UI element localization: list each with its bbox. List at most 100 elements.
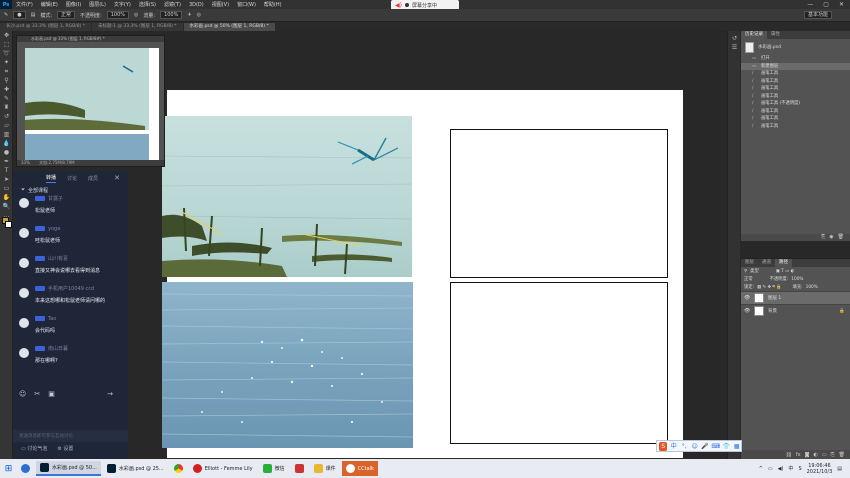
layer-fill-input[interactable]: 100% — [806, 285, 818, 290]
menu-file[interactable]: 文件(F) — [12, 1, 37, 8]
menu-select[interactable]: 选择(S) — [135, 1, 160, 8]
lock-icons[interactable]: ▦ ✎ ✥ ⌗ 🔒 — [757, 285, 782, 290]
empty-frame-bottom[interactable] — [450, 282, 668, 444]
background-color[interactable] — [5, 221, 12, 228]
filter-icons[interactable]: ▣ T ▭ ◐ — [776, 269, 795, 274]
gradient-tool-icon[interactable]: ▥ — [2, 131, 11, 139]
eye-icon[interactable]: 👁 — [744, 295, 750, 301]
brush-size-picker[interactable]: ● — [13, 11, 26, 19]
history-item[interactable]: / 画笔工具 — [741, 93, 850, 101]
airbrush-icon[interactable]: ✈ — [187, 12, 191, 18]
dodge-tool-icon[interactable]: ● — [2, 149, 11, 157]
taskbar-chrome[interactable] — [170, 461, 187, 476]
move-tool-icon[interactable]: ✥ — [2, 32, 11, 40]
taskbar-photoshop-2[interactable]: 水彩画.psd @ 25... — [103, 461, 168, 476]
taskbar-netease-music[interactable]: Elliott - Femme Lily — [189, 461, 257, 476]
healing-tool-icon[interactable]: ✚ — [2, 86, 11, 94]
history-item[interactable]: / 画笔工具 — [741, 85, 850, 93]
empty-frame-top[interactable] — [450, 129, 668, 278]
mask-icon[interactable]: ◙ — [805, 452, 810, 458]
shape-tool-icon[interactable]: ▭ — [2, 185, 11, 193]
history-item[interactable]: / 画笔工具 — [741, 78, 850, 86]
document-canvas[interactable] — [162, 90, 683, 458]
pressure-size-icon[interactable]: ◎ — [197, 12, 201, 18]
history-item[interactable]: / 画笔工具 — [741, 108, 850, 116]
chinese-mode-icon[interactable]: 中 — [669, 442, 677, 451]
toolbox-icon[interactable]: ▦ — [732, 442, 740, 451]
history-item[interactable]: / 画笔工具 — [741, 123, 850, 131]
history-panel-icon[interactable]: ↺ — [730, 35, 739, 43]
link-icon[interactable]: ⛓ — [786, 452, 792, 458]
network-icon[interactable]: ▭ — [768, 466, 773, 472]
menu-filter[interactable]: 滤镜(T) — [160, 1, 185, 8]
tab-channels[interactable]: 通道 — [758, 259, 775, 267]
tab-properties[interactable]: 属性 — [767, 31, 784, 39]
stamp-tool-icon[interactable]: ♜ — [2, 104, 11, 112]
menu-window[interactable]: 窗口(W) — [233, 1, 260, 8]
navigator-preview[interactable] — [25, 48, 159, 161]
menu-help[interactable]: 帮助(H) — [260, 1, 286, 8]
menu-type[interactable]: 文字(Y) — [110, 1, 135, 8]
scissors-icon[interactable]: ✂ — [34, 390, 40, 398]
mode-select[interactable]: 正常 — [57, 11, 76, 19]
notification-icon[interactable]: ▤ — [837, 466, 842, 472]
path-select-icon[interactable]: ➤ — [2, 176, 11, 184]
sogou-icon[interactable]: S — [659, 441, 668, 451]
new-document-icon[interactable]: ⎘ — [821, 234, 825, 241]
tab-watercolor[interactable]: 水彩画.psd @ 50% (图层 1, RGB/8) * — [183, 23, 275, 31]
emoji-icon[interactable]: ☺ — [690, 442, 698, 451]
brush-tool-icon[interactable]: ✎ — [2, 95, 11, 103]
clock[interactable]: 19:06:46 2021/10/3 — [807, 463, 833, 475]
menu-image[interactable]: 图像(I) — [62, 1, 85, 8]
tab-changsha[interactable]: 长沙.psd @ 33.3% (图层 1, RGB/8) * — [0, 23, 92, 31]
keyboard-icon[interactable]: ⌨ — [711, 442, 720, 451]
search-button[interactable] — [17, 461, 34, 476]
marquee-tool-icon[interactable]: ⬚ — [2, 41, 11, 49]
chat-filter[interactable]: ⏷ 全部课程 — [13, 185, 128, 195]
properties-panel-icon[interactable]: ☰ — [730, 44, 739, 52]
trash-icon[interactable]: 🗑 — [839, 452, 845, 458]
new-layer-icon[interactable]: ⎘ — [831, 452, 835, 458]
history-item[interactable]: ▭ 新建图层 — [741, 62, 850, 70]
maximize-icon[interactable]: ▢ — [823, 1, 829, 8]
image-icon[interactable]: ▣ — [48, 390, 55, 398]
emoji-icon[interactable]: ☺ — [19, 390, 26, 398]
tab-discussion[interactable]: 讨论 — [67, 175, 77, 182]
layer-row-1[interactable]: 👁 图层 1 — [741, 291, 850, 304]
tab-paths[interactable]: 路径 — [775, 259, 792, 267]
history-item[interactable]: / 画笔工具 — [741, 70, 850, 78]
chevron-up-icon[interactable]: ^ — [759, 466, 763, 472]
skin-icon[interactable]: 👕 — [722, 442, 730, 451]
sogou-tray-icon[interactable]: S — [798, 466, 801, 472]
blend-mode-select[interactable]: 正常 — [744, 276, 753, 282]
history-item[interactable]: / 画笔工具 (不透明度) — [741, 100, 850, 108]
taskbar-cctalk[interactable]: CCtalk — [341, 461, 378, 476]
taskbar-wechat[interactable]: 微信 — [259, 461, 289, 476]
windows-start-icon[interactable]: ⊞ — [0, 459, 17, 478]
layer-row-background[interactable]: 👁 背景 🔒 — [741, 304, 850, 317]
minimize-icon[interactable]: — — [807, 1, 813, 8]
pen-tool-icon[interactable]: ✒ — [2, 158, 11, 166]
tab-layers-label[interactable]: 图层 — [741, 259, 758, 267]
fx-icon[interactable]: fx — [796, 452, 801, 458]
pressure-opacity-icon[interactable]: ◎ — [134, 12, 138, 18]
tab-history[interactable]: 历史记录 — [741, 31, 767, 39]
taskbar-folder[interactable]: 课件 — [310, 461, 340, 476]
blur-tool-icon[interactable]: 💧 — [2, 140, 11, 148]
trash-icon[interactable]: 🗑 — [838, 234, 844, 241]
history-brush-icon[interactable]: ↺ — [2, 113, 11, 121]
ime-icon[interactable]: 中 — [788, 465, 793, 472]
brush-panel-icon[interactable]: ▤ — [31, 12, 36, 18]
color-swatches[interactable] — [2, 217, 12, 228]
mic-icon[interactable]: 🎤 — [701, 442, 709, 451]
layer-kind-select[interactable]: 类型 — [750, 268, 759, 274]
crop-tool-icon[interactable]: ⌗ — [2, 68, 11, 76]
history-snapshot[interactable]: 水彩画.psd — [741, 39, 850, 55]
flow-input[interactable]: 100% — [160, 11, 183, 19]
menu-layer[interactable]: 图层(L) — [85, 1, 110, 8]
menu-3d[interactable]: 3D(D) — [185, 2, 208, 8]
punctuation-icon[interactable]: °, — [680, 442, 688, 451]
navigator-zoom[interactable]: 33% — [21, 160, 30, 165]
eyedropper-tool-icon[interactable]: ⚲ — [2, 77, 11, 85]
close-icon[interactable]: ✕ — [839, 1, 844, 8]
